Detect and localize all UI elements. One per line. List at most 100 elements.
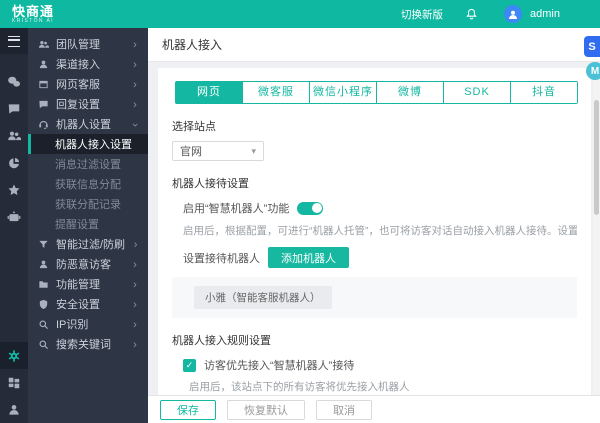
sidebar-item-search-keywords[interactable]: 搜索关键词: [28, 334, 148, 354]
sidebar-subitem-lead-info-distribution[interactable]: 获联信息分配: [28, 174, 148, 194]
tab-wechat-miniprogram[interactable]: 微信小程序: [309, 82, 376, 103]
sidebar-item-web-customer-service[interactable]: 网页客服: [28, 74, 148, 94]
chevron-right-icon: [131, 335, 139, 353]
cancel-button[interactable]: 取消: [316, 399, 372, 420]
chevron-right-icon: [131, 255, 139, 273]
apps-grid-icon[interactable]: [0, 369, 28, 396]
robot-list-panel: 小雅（智能客服机器人）: [172, 277, 577, 318]
visitor-priority-label: 访客优先接入“智慧机器人”接待: [204, 360, 355, 372]
chevron-right-icon: [131, 275, 139, 293]
site-select-value: 官网: [180, 146, 202, 158]
sidebar-subitem-robot-access-settings[interactable]: 机器人接入设置: [28, 134, 148, 154]
favorites-star-icon[interactable]: [0, 176, 28, 203]
settings-card: 网页 微客服 微信小程序 微博 SDK 抖音 选择站点 官网 机器人接待设置 启…: [158, 68, 591, 395]
enable-smart-robot-row: 启用“智慧机器人”功能: [183, 200, 577, 216]
tab-weibo[interactable]: 微博: [376, 82, 443, 103]
sidebar-item-team-management[interactable]: 团队管理: [28, 34, 148, 54]
visitor-priority-checkbox[interactable]: [183, 358, 196, 372]
extension-badge-s[interactable]: S: [584, 36, 600, 57]
set-reception-robot-row: 设置接待机器人 添加机器人: [183, 247, 577, 268]
sidebar-item-label: 智能过滤/防刷: [56, 239, 126, 251]
wechat-channels-icon[interactable]: [0, 68, 28, 95]
chevron-right-icon: [131, 295, 139, 313]
sidebar-subitem-lead-distribution-records[interactable]: 获联分配记录: [28, 194, 148, 214]
sidebar-item-label: 回复设置: [56, 99, 100, 111]
channel-tabs: 网页 微客服 微信小程序 微博 SDK 抖音: [175, 81, 578, 104]
tab-sdk[interactable]: SDK: [443, 82, 510, 103]
page-title-bar: 机器人接入: [148, 28, 600, 62]
tab-wechat-service[interactable]: 微客服: [242, 82, 309, 103]
robot-chip[interactable]: 小雅（智能客服机器人）: [194, 286, 332, 309]
conversations-icon[interactable]: [0, 95, 28, 122]
chevron-right-icon: [131, 315, 139, 333]
chevron-right-icon: [131, 35, 139, 53]
main-content: 机器人接入 网页 微客服 微信小程序 微博 SDK 抖音 选择站点 官网 机器人…: [148, 28, 600, 423]
menu-collapse-button[interactable]: [0, 28, 28, 54]
sidebar-subitem-label: 机器人接入设置: [55, 139, 132, 151]
scrollbar[interactable]: [593, 62, 600, 395]
account-icon[interactable]: [0, 396, 28, 423]
sidebar-item-label: 网页客服: [56, 79, 100, 91]
add-robot-button[interactable]: 添加机器人: [268, 247, 349, 268]
sidebar-subitem-label: 获联分配记录: [55, 199, 121, 211]
chevron-right-icon: [131, 55, 139, 73]
extension-badge-m[interactable]: M: [586, 62, 600, 80]
sidebar-item-label: 机器人设置: [56, 119, 111, 131]
site-select-dropdown[interactable]: 官网: [172, 141, 264, 161]
reception-section-title: 机器人接待设置: [172, 178, 249, 190]
sidebar-subitem-label: 提醒设置: [55, 219, 99, 231]
restore-default-button[interactable]: 恢复默认: [227, 399, 305, 420]
sidebar-item-robot-settings[interactable]: 机器人设置: [28, 114, 148, 134]
sidebar-item-label: 团队管理: [56, 39, 100, 51]
enable-smart-robot-toggle[interactable]: [297, 201, 324, 215]
username: admin: [530, 8, 560, 20]
visitors-icon[interactable]: [0, 122, 28, 149]
sidebar-item-function-management[interactable]: 功能管理: [28, 274, 148, 294]
caret-down-icon: [251, 145, 256, 157]
tab-webpage[interactable]: 网页: [176, 82, 242, 103]
sidebar-item-reply-settings[interactable]: 回复设置: [28, 94, 148, 114]
sidebar-item-label: IP识别: [56, 319, 89, 331]
rules-section-title: 机器人接入规则设置: [172, 335, 271, 347]
sidebar-item-ip-recognition[interactable]: IP识别: [28, 314, 148, 334]
chevron-right-icon: [132, 235, 139, 253]
chevron-right-icon: [131, 75, 139, 93]
switch-version-link[interactable]: 切换新版: [401, 7, 443, 22]
chevron-right-icon: [131, 95, 139, 113]
brand-logo: 快商通 KRISTON AI: [12, 5, 54, 24]
enable-smart-robot-desc: 启用后，根据配置，可进行“机器人托管”，也可将访客对话自动接入机器人接待。设置多…: [183, 225, 577, 237]
statistics-pie-icon[interactable]: [0, 149, 28, 176]
header-actions: 切换新版 admin: [401, 5, 588, 23]
top-header: 快商通 KRISTON AI 切换新版 admin: [0, 0, 600, 28]
sidebar-menu: 团队管理 渠道接入 网页客服 回复设置 机器人设置 机器人接入设置 消息过滤设置…: [28, 28, 148, 423]
save-button[interactable]: 保存: [160, 399, 216, 420]
app-window: 快商通 KRISTON AI 切换新版 admin 团队管理 渠道接入 网页客服: [0, 0, 600, 423]
sidebar-item-label: 渠道接入: [56, 59, 100, 71]
sidebar-subitem-message-filter-settings[interactable]: 消息过滤设置: [28, 154, 148, 174]
sidebar-item-channel-access[interactable]: 渠道接入: [28, 54, 148, 74]
notification-bell-icon[interactable]: [465, 7, 478, 21]
visitor-priority-row: 访客优先接入“智慧机器人”接待: [183, 357, 577, 373]
chevron-down-icon: [131, 115, 139, 133]
sidebar-item-label: 防恶意访客: [56, 259, 111, 271]
sidebar-subitem-reminder-settings[interactable]: 提醒设置: [28, 214, 148, 234]
scrollbar-thumb[interactable]: [594, 100, 599, 215]
brand-subtitle: KRISTON AI: [12, 17, 54, 24]
sidebar-item-anti-malicious-visitors[interactable]: 防恶意访客: [28, 254, 148, 274]
page-title: 机器人接入: [162, 38, 223, 52]
robot-icon[interactable]: [0, 203, 28, 230]
sidebar-item-label: 功能管理: [56, 279, 100, 291]
visitor-priority-desc: 启用后，该站点下的所有访客将优先接入机器人: [189, 381, 410, 393]
sidebar-item-smart-filter[interactable]: 智能过滤/防刷: [28, 234, 148, 254]
footer-bar: 保存 恢复默认 取消: [148, 395, 600, 423]
tab-douyin[interactable]: 抖音: [510, 82, 577, 103]
enable-smart-robot-label: 启用“智慧机器人”功能: [183, 203, 290, 215]
sidebar-item-security-settings[interactable]: 安全设置: [28, 294, 148, 314]
settings-gear-icon[interactable]: [0, 342, 28, 369]
brand-title: 快商通: [12, 3, 55, 19]
sidebar-subitem-label: 消息过滤设置: [55, 159, 121, 171]
user-avatar[interactable]: [504, 5, 523, 23]
icon-rail: [0, 28, 28, 423]
sidebar-subitem-label: 获联信息分配: [55, 179, 121, 191]
set-reception-robot-label: 设置接待机器人: [183, 252, 260, 265]
